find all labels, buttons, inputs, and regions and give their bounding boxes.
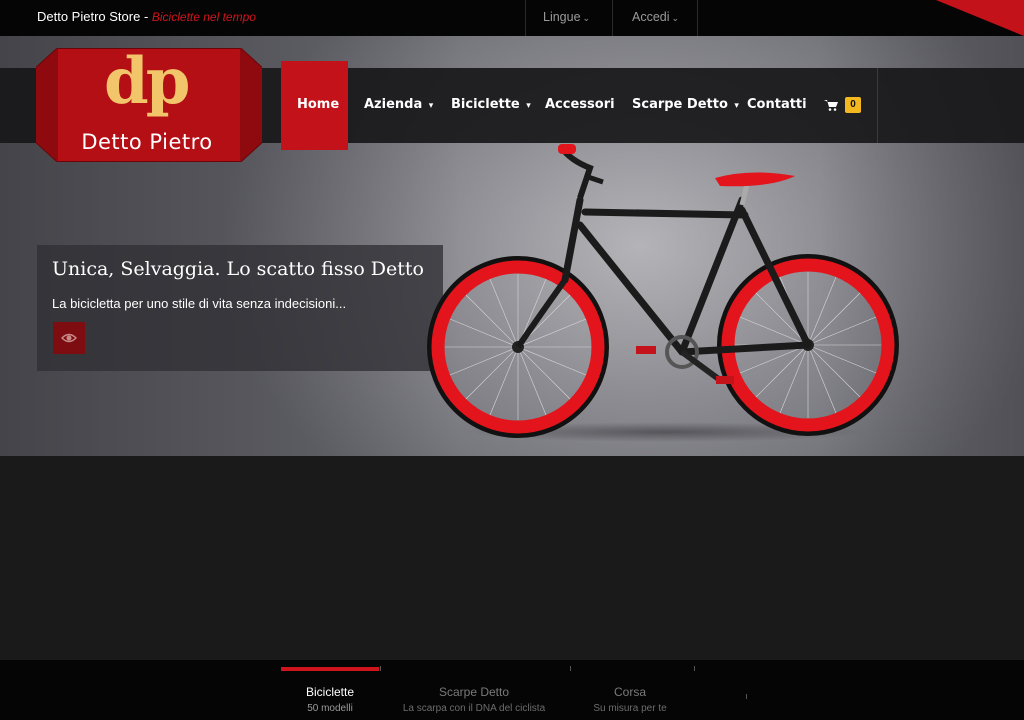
store-name: Detto Pietro Store	[37, 9, 141, 24]
bicycle-image	[427, 144, 899, 442]
nav-accessori[interactable]: Accessori	[545, 97, 615, 112]
login-dropdown[interactable]: Accedi ⌄	[632, 10, 679, 24]
nav-scarpe-detto[interactable]: Scarpe Detto ▾	[632, 97, 739, 112]
slider-tab-subtitle: 50 modelli	[307, 703, 353, 714]
divider	[525, 0, 526, 36]
nav-contatti[interactable]: Contatti	[747, 97, 807, 112]
nav-biciclette-label: Biciclette	[451, 97, 520, 112]
chevron-down-icon: ▾	[734, 101, 739, 111]
nav-contatti-label: Contatti	[747, 97, 807, 112]
slider-tab-subtitle: Su misura per te	[593, 703, 667, 714]
nav-home-label: Home	[297, 97, 340, 112]
tab-divider	[746, 694, 747, 699]
logo-mark: dp	[104, 44, 190, 119]
view-button[interactable]	[53, 322, 85, 354]
logo-name: Detto Pietro	[81, 130, 213, 154]
divider	[612, 0, 613, 36]
language-label: Lingue	[543, 10, 581, 24]
cart-count-badge: 0	[845, 97, 861, 113]
nav-scarpe-label: Scarpe Detto	[632, 97, 728, 112]
store-tagline: Biciclette nel tempo	[151, 10, 256, 24]
tab-divider	[380, 666, 381, 671]
language-dropdown[interactable]: Lingue ⌄	[543, 10, 590, 24]
tab-divider	[694, 666, 695, 671]
corner-decoration	[936, 0, 1024, 36]
chevron-down-icon: ▾	[526, 101, 531, 111]
slider-tab-title: Corsa	[613, 685, 646, 699]
nav-biciclette[interactable]: Biciclette ▾	[451, 97, 531, 112]
nav-azienda-label: Azienda	[364, 97, 423, 112]
nav-accessori-label: Accessori	[545, 97, 615, 112]
eye-icon	[61, 333, 77, 343]
divider	[697, 0, 698, 36]
cart-icon[interactable]	[824, 99, 838, 111]
store-title[interactable]: Detto Pietro Store - Biciclette nel temp…	[37, 9, 256, 24]
tab-divider	[570, 666, 571, 671]
slide-progress-indicator	[281, 667, 379, 671]
nav-azienda[interactable]: Azienda ▾	[364, 97, 433, 112]
chevron-down-icon: ⌄	[582, 13, 591, 23]
store-separator: -	[140, 9, 152, 24]
slider-tab-title: Scarpe Detto	[438, 685, 510, 699]
chevron-down-icon: ▾	[428, 101, 434, 111]
slider-tab-subtitle: La scarpa con il DNA del ciclista	[402, 703, 546, 714]
chevron-down-icon: ⌄	[671, 13, 680, 23]
nav-divider	[877, 68, 878, 143]
top-bar: Detto Pietro Store - Biciclette nel temp…	[0, 0, 1024, 36]
nav-home[interactable]: Home	[297, 97, 339, 112]
login-label: Accedi	[632, 10, 670, 24]
slider-tab-title: Biciclette	[305, 685, 355, 699]
hero-subtitle: La bicicletta per uno stile di vita senz…	[52, 296, 347, 311]
hero-title: Unica, Selvaggia. Lo scatto fisso Detto	[52, 258, 424, 280]
